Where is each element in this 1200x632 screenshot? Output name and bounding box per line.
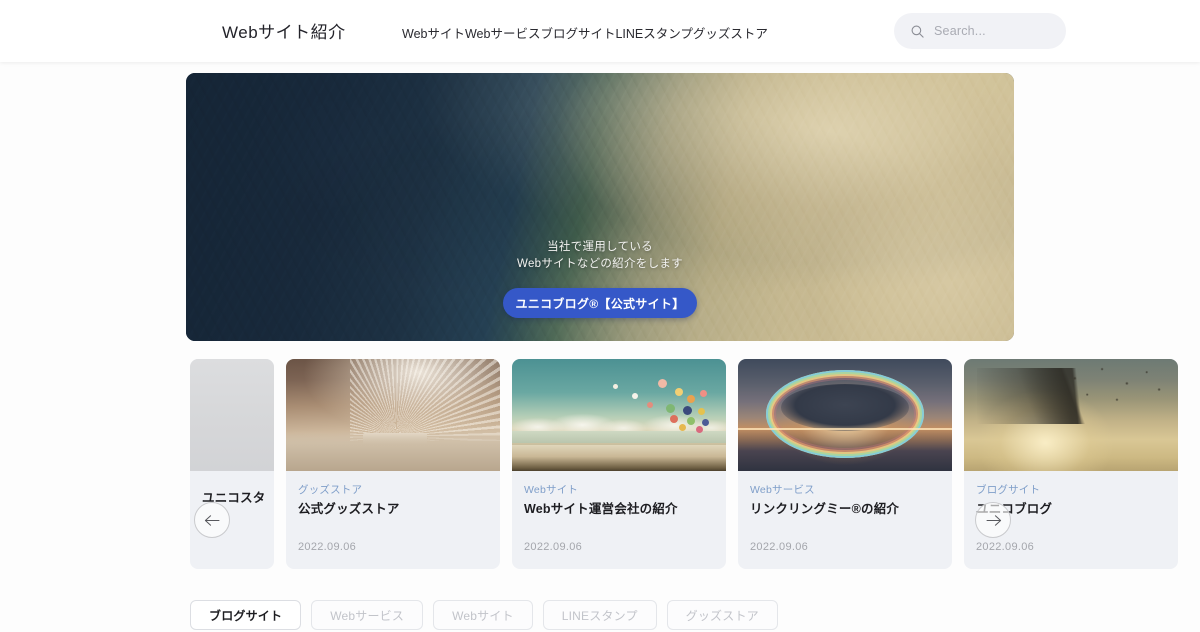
carousel-prev-button[interactable] (194, 502, 230, 538)
card-date: 2022.09.06 (524, 541, 583, 553)
card-date: 2022.09.06 (750, 541, 809, 553)
thumbnail-image-branch (964, 359, 1178, 471)
card-category: ブログサイト (976, 484, 1041, 496)
arrow-left-icon (204, 514, 221, 527)
nav-item-blogsite[interactable]: ブログサイト (540, 23, 615, 42)
card-item[interactable]: ユニコスタ (190, 359, 274, 569)
hero-cta-button[interactable]: ユニコブログ®【公式サイト】 (503, 288, 697, 318)
card-body: Webサービス リンクリングミー®の紹介 (738, 471, 952, 519)
filter-button-linestamp[interactable]: LINEスタンプ (542, 600, 657, 630)
card-thumbnail (738, 359, 952, 471)
site-brand[interactable]: Webサイト紹介 (222, 18, 346, 43)
card-carousel: ユニコスタ グッズストア 公式グッズストア 2022.09.06 Webサイト … (0, 359, 1200, 577)
page-content: 当社で運用している Webサイトなどの紹介をします ユニコブログ®【公式サイト】… (0, 62, 1200, 632)
card-title: リンクリングミー®の紹介 (750, 502, 900, 516)
card-item[interactable]: Webサービス リンクリングミー®の紹介 2022.09.06 (738, 359, 952, 569)
arrow-right-icon (985, 514, 1002, 527)
card-body: Webサイト Webサイト運営会社の紹介 (512, 471, 726, 519)
thumbnail-image-balloons (512, 359, 726, 471)
nav-item-webservice[interactable]: Webサービス (465, 23, 540, 42)
main-nav: Webサイト Webサービス ブログサイト LINEスタンプ グッズストア (402, 23, 768, 42)
card-thumbnail (964, 359, 1178, 471)
card-body: ユニコスタ (190, 471, 274, 508)
nav-item-goodsstore[interactable]: グッズストア (693, 23, 768, 42)
card-thumbnail (190, 359, 274, 471)
category-filter-bar: ブログサイト Webサービス Webサイト LINEスタンプ グッズストア (190, 600, 778, 630)
card-category: グッズストア (298, 484, 363, 496)
nav-item-website[interactable]: Webサイト (402, 23, 465, 42)
carousel-next-button[interactable] (975, 502, 1011, 538)
filter-button-website[interactable]: Webサイト (433, 600, 533, 630)
card-body: グッズストア 公式グッズストア (286, 471, 500, 519)
filter-button-goodsstore[interactable]: グッズストア (666, 600, 778, 630)
card-item[interactable]: グッズストア 公式グッズストア 2022.09.06 (286, 359, 500, 569)
filter-button-blogsite[interactable]: ブログサイト (190, 600, 302, 630)
thumbnail-image-goods (286, 359, 500, 471)
search-input[interactable]: Search... (894, 13, 1066, 49)
card-category: Webサイト (524, 484, 579, 496)
site-header: Webサイト紹介 Webサイト Webサービス ブログサイト LINEスタンプ … (0, 0, 1200, 62)
card-date: 2022.09.06 (298, 541, 357, 553)
thumbnail-image-rainbow (738, 359, 952, 471)
card-date: 2022.09.06 (976, 541, 1035, 553)
hero-headline-line1: 当社で運用している (547, 241, 653, 253)
search-placeholder: Search... (934, 24, 986, 38)
nav-item-linestamp[interactable]: LINEスタンプ (615, 23, 692, 42)
card-category: Webサービス (750, 484, 815, 496)
search-icon (911, 25, 924, 38)
card-title: 公式グッズストア (298, 502, 400, 516)
card-item[interactable]: Webサイト Webサイト運営会社の紹介 2022.09.06 (512, 359, 726, 569)
hero-content: 当社で運用している Webサイトなどの紹介をします ユニコブログ®【公式サイト】 (186, 239, 1014, 318)
hero-headline-line2: Webサイトなどの紹介をします (517, 258, 683, 270)
hero-banner: 当社で運用している Webサイトなどの紹介をします ユニコブログ®【公式サイト】 (186, 73, 1014, 341)
card-title: Webサイト運営会社の紹介 (524, 502, 678, 516)
card-thumbnail (512, 359, 726, 471)
card-carousel-track: ユニコスタ グッズストア 公式グッズストア 2022.09.06 Webサイト … (190, 359, 1178, 569)
filter-button-webservice[interactable]: Webサービス (311, 600, 424, 630)
card-thumbnail (286, 359, 500, 471)
